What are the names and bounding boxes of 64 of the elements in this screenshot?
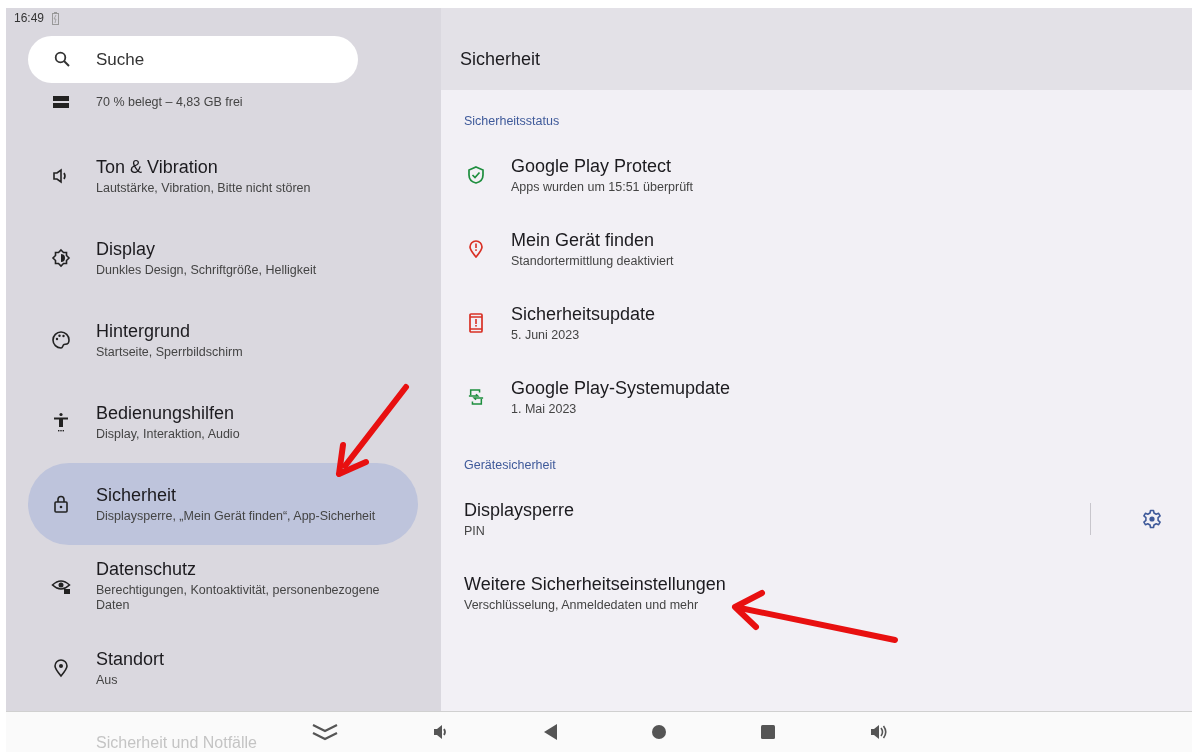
item-title: Weitere Sicherheitseinstellungen [464,574,726,595]
section-header: Gerätesicherheit [464,458,557,472]
item-title: Sicherheit [96,484,178,506]
page-title: Sicherheit [460,48,541,70]
settings-item[interactable]: Weitere Sicherheitseinstellungen Verschlüsselung, Anmeldedaten und mehr [441,556,1192,630]
item-title: Bedienungshilfen [96,402,236,424]
alert-pin-icon [468,240,484,258]
item-title: Sicherheitsupdate [511,304,656,325]
item-title: Display [96,238,157,260]
brightness-icon [51,248,71,268]
settings-item[interactable]: Sicherheitsupdate 5. Juni 2023 [441,286,1192,360]
battery-icon [52,11,60,25]
lock-icon [51,494,71,514]
back-icon[interactable] [543,724,558,740]
shield-check-icon [468,166,484,184]
item-title: Displaysperre [464,500,575,521]
item-subtitle: Standortermittlung deaktiviert [511,254,674,268]
item-title: Google Play-Systemupdate [511,378,731,399]
search-field[interactable]: Suche [28,36,358,83]
search-icon [54,51,70,67]
item-subtitle: Lautstärke, Vibration, Bitte nicht stören [96,180,311,196]
item-subtitle: Dunkles Design, Schriftgröße, Helligkeit [96,262,317,278]
volume-down-icon[interactable] [432,724,449,740]
item-subtitle: Apps wurden um 15:51 überprüft [511,180,694,194]
item-title: Mein Gerät finden [511,230,656,251]
recents-icon[interactable] [761,725,776,739]
item-subtitle: 5. Juni 2023 [511,328,581,342]
settings-item[interactable]: Google Play-Systemupdate 1. Mai 2023 [441,360,1192,434]
accessibility-icon [51,412,71,432]
palette-icon [51,330,71,350]
settings-item[interactable]: Standort Aus [28,627,418,709]
settings-item[interactable]: Sicherheit Displaysperre, „Mein Gerät finden“, App-Sicherheit [28,463,418,545]
item-subtitle: Display, Interaktion, Audio [96,426,240,442]
settings-item[interactable]: Display Dunkles Design, Schriftgröße, Helligkeit [28,217,418,299]
volume-up-icon[interactable] [870,724,888,740]
settings-item[interactable]: Bedienungshilfen Display, Interaktion, Audio [28,381,418,463]
settings-item[interactable]: Google Play Protect Apps wurden um 15:51 überprüft [441,138,1192,212]
item-subtitle: Startseite, Sperrbildschirm [96,344,243,360]
item-subtitle: PIN [464,524,486,538]
item-title: Ton & Vibration [96,156,219,178]
settings-item[interactable]: 70 % belegt – 4,83 GB frei [28,83,418,135]
settings-icon[interactable] [1142,509,1162,529]
settings-item[interactable]: Displaysperre PIN [441,482,1192,556]
item-subtitle: Berechtigungen, Kontoaktivität, personenbezogene Daten [96,583,381,613]
phone-alert-icon [468,313,484,333]
location-pin-icon [51,658,71,678]
phone-sync-icon [468,387,484,407]
status-time: 16:49 [14,11,45,25]
item-title: Google Play Protect [511,156,673,177]
item-subtitle: 70 % belegt – 4,83 GB frei [96,95,243,110]
settings-item[interactable]: Datenschutz Berechtigungen, Kontoaktivität, personenbezogene Daten [28,545,418,627]
settings-item[interactable]: Hintergrund Startseite, Sperrbildschirm [28,299,418,381]
settings-item[interactable]: Ton & Vibration Lautstärke, Vibration, Bitte nicht stören [28,135,418,217]
item-subtitle: 1. Mai 2023 [511,402,578,416]
section-header: Sicherheitsstatus [464,114,561,128]
item-title: Datenschutz [96,559,198,580]
item-subtitle: Aus [96,672,119,688]
item-subtitle: Verschlüsselung, Anmeldedaten und mehr [464,598,700,612]
item-title: Standort [96,648,165,670]
item-title: Hintergrund [96,320,192,342]
item-subtitle: Displaysperre, „Mein Gerät finden“, App-Sicherheit [96,508,376,524]
double-chevron-down-icon[interactable] [312,723,338,741]
settings-item[interactable]: Mein Gerät finden Standortermittlung deaktiviert [441,212,1192,286]
home-icon[interactable] [652,725,667,739]
